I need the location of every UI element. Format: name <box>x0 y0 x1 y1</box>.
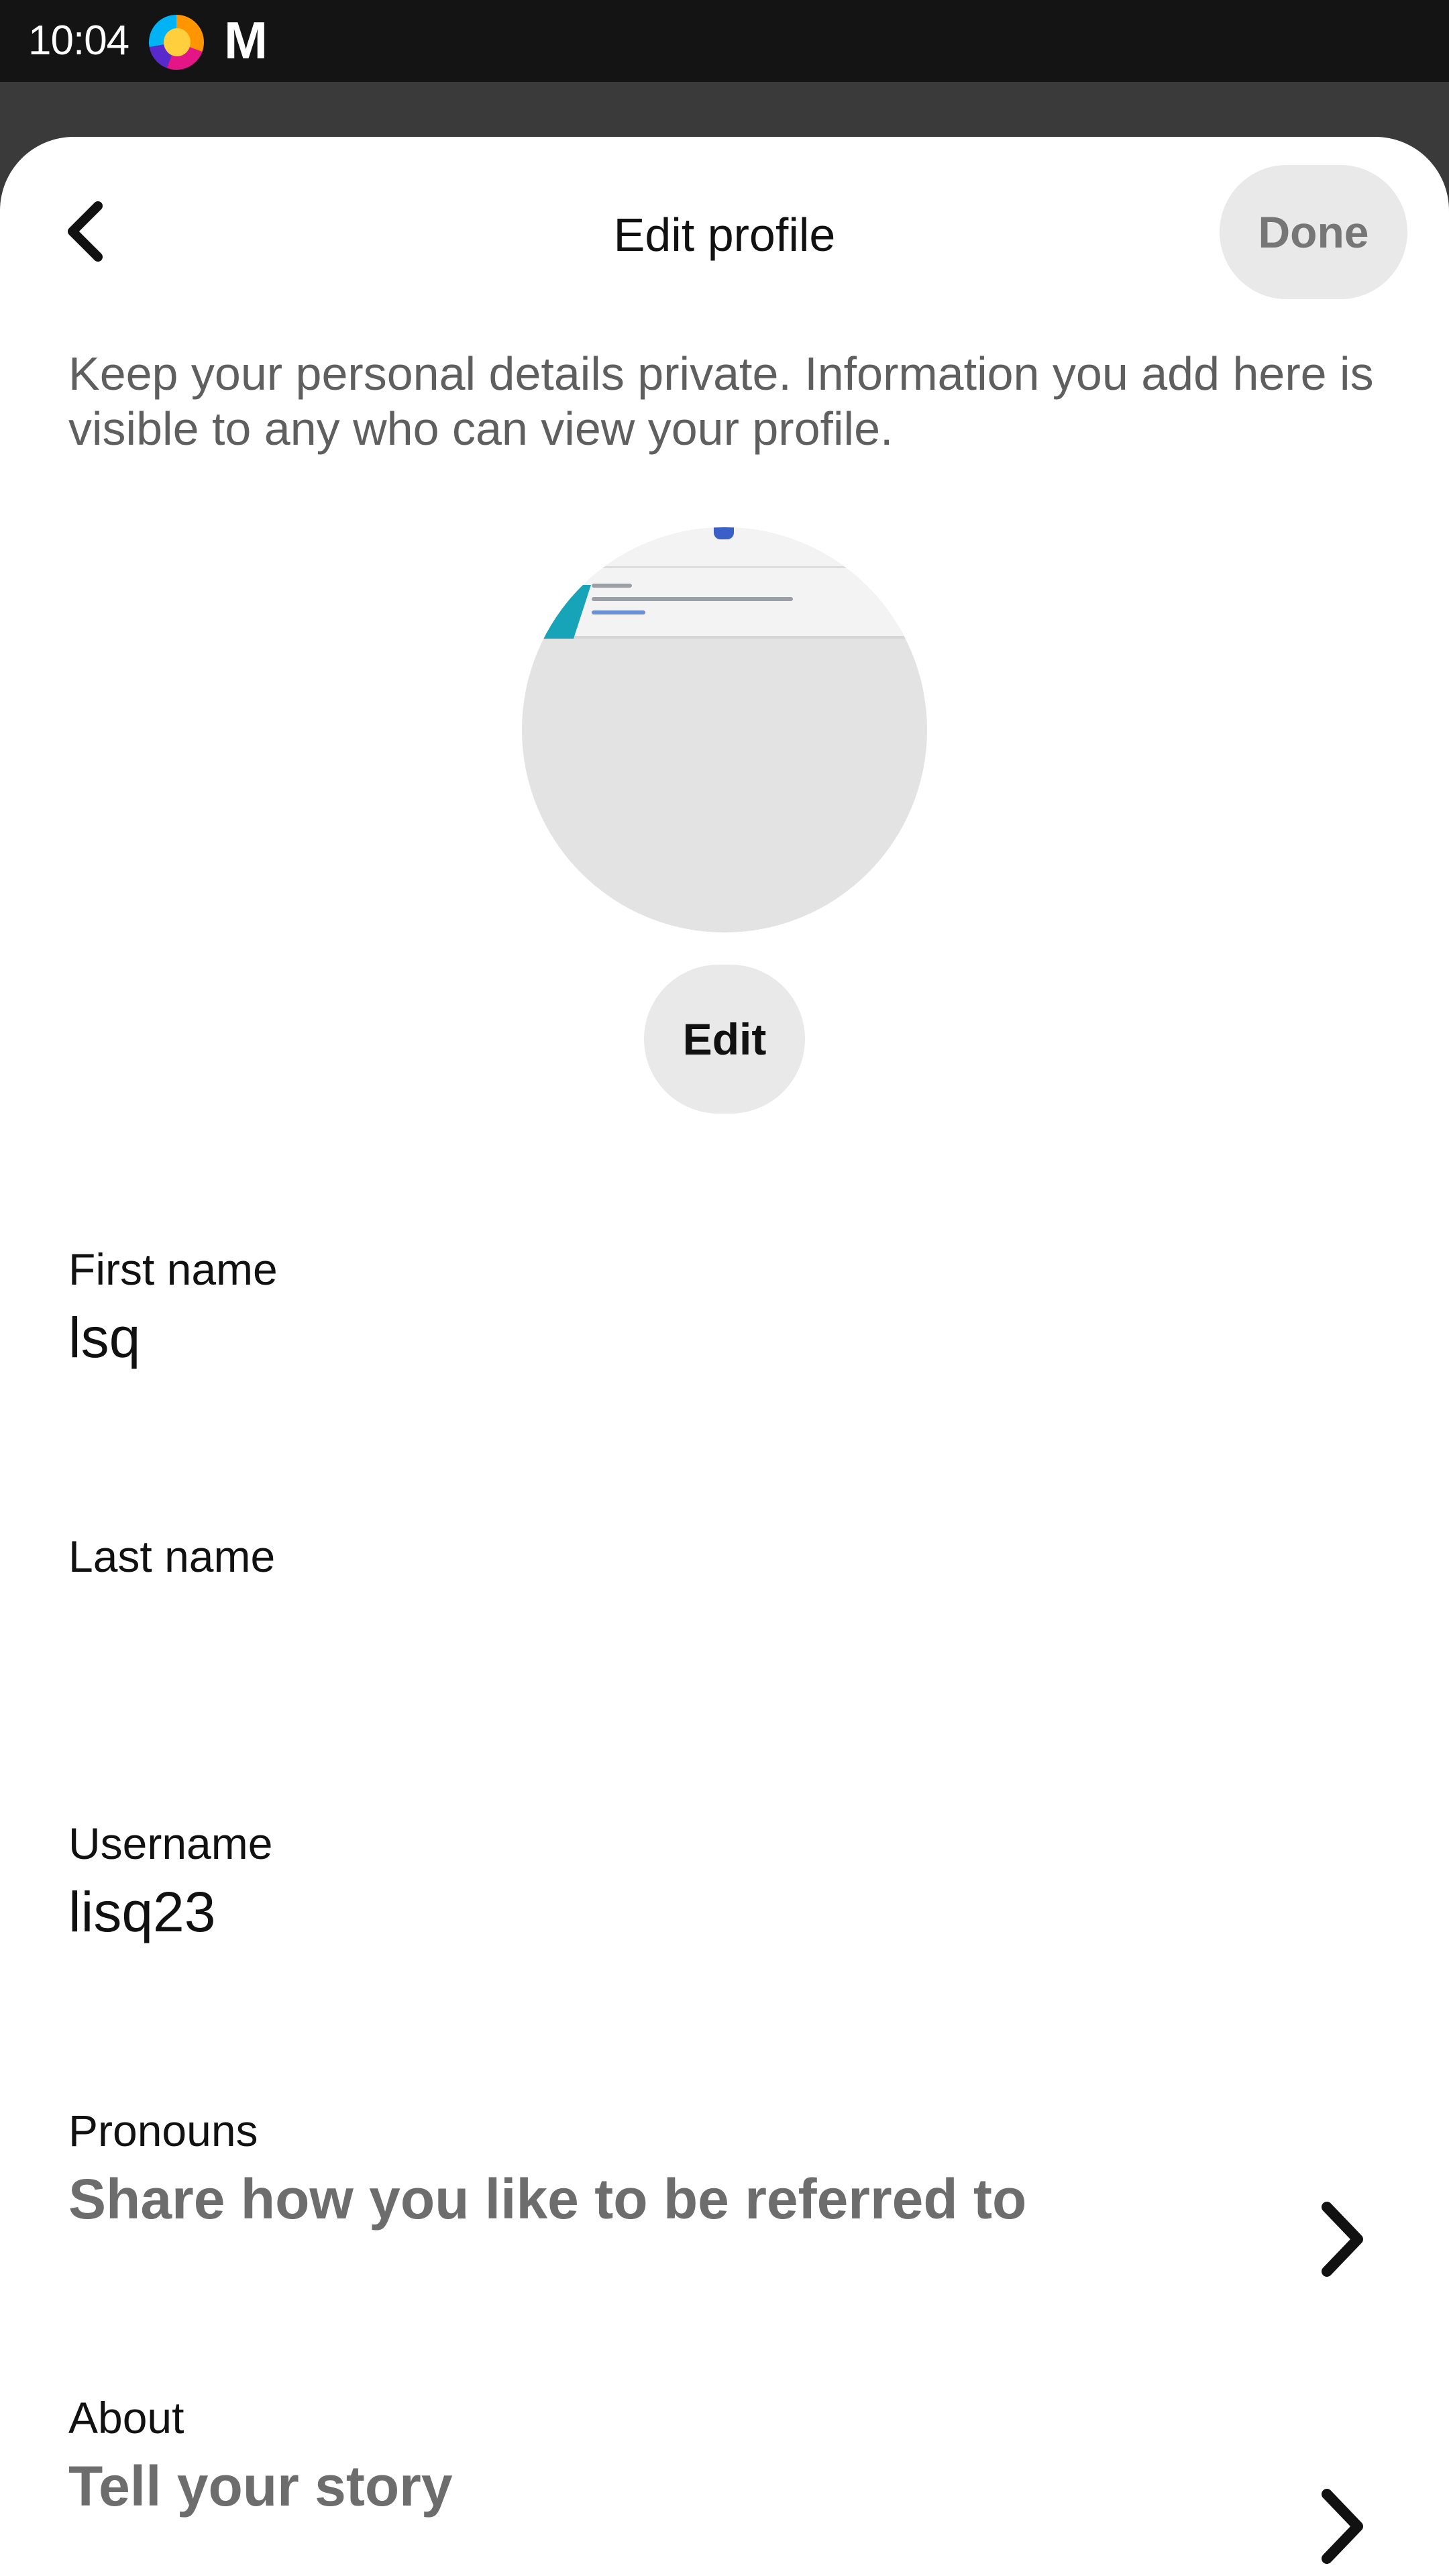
background-scrim[interactable] <box>0 82 1449 142</box>
username-input[interactable]: lisq23 <box>68 1878 1383 1945</box>
about-label: About <box>68 2393 184 2443</box>
username-field[interactable]: Username lisq23 <box>68 1817 1383 1945</box>
first-name-field[interactable]: First name lsq <box>68 1242 1383 1371</box>
username-label: Username <box>68 1819 273 1868</box>
last-name-field[interactable]: Last name <box>68 1529 1383 1658</box>
chevron-right-icon <box>1322 2202 1363 2277</box>
pronouns-placeholder: Share how you like to be referred to <box>68 2167 1027 2231</box>
mail-m-icon: M <box>224 11 268 70</box>
about-placeholder: Tell your story <box>68 2455 453 2518</box>
avatar-screenshot-thumbnail <box>522 527 927 639</box>
first-name-input[interactable]: lsq <box>68 1304 1383 1371</box>
first-name-label: First name <box>68 1244 278 1294</box>
avatar[interactable] <box>522 527 927 932</box>
last-name-input[interactable] <box>68 1591 1383 1658</box>
pronouns-field[interactable]: Pronouns Share how you like to be referr… <box>68 2104 1383 2233</box>
done-button[interactable]: Done <box>1220 165 1407 299</box>
edit-photo-button[interactable]: Edit <box>644 965 805 1114</box>
status-bar: 10:04 M <box>0 0 1449 82</box>
status-time: 10:04 <box>28 17 129 64</box>
last-name-label: Last name <box>68 1532 276 1581</box>
about-field[interactable]: About Tell your story <box>68 2391 1383 2520</box>
pronouns-chevron[interactable] <box>1308 2192 1375 2286</box>
about-chevron[interactable] <box>1308 2479 1375 2573</box>
chevron-right-icon <box>1322 2489 1363 2564</box>
pronouns-label: Pronouns <box>68 2106 258 2155</box>
privacy-note: Keep your personal details private. Info… <box>68 347 1374 455</box>
firefox-icon <box>149 15 204 70</box>
